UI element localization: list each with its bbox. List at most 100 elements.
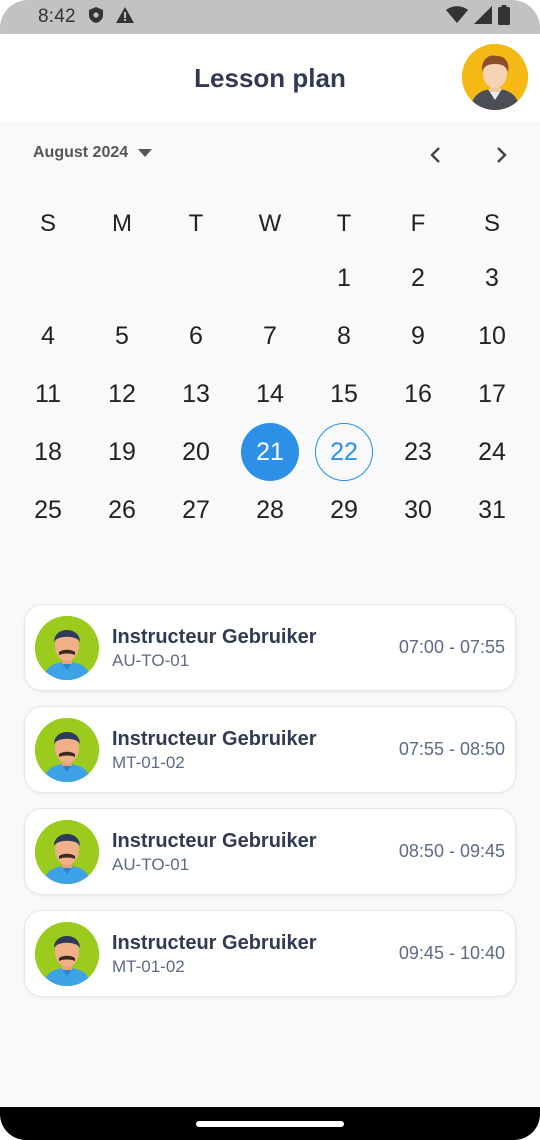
next-month-button[interactable] (487, 142, 517, 172)
calendar-day-17[interactable]: 17 (455, 365, 529, 423)
calendar-day-number: 29 (330, 495, 358, 524)
lesson-instructor-name: Instructeur Gebruiker (112, 829, 317, 852)
calendar-day-number: 21 (241, 423, 299, 481)
calendar-day-number: 19 (108, 437, 136, 466)
calendar-day-20[interactable]: 20 (159, 423, 233, 481)
calendar-day-26[interactable]: 26 (85, 481, 159, 539)
lesson-code: AU-TO-01 (112, 650, 190, 670)
calendar-day-23[interactable]: 23 (381, 423, 455, 481)
page-title: Lesson plan (194, 62, 346, 93)
calendar-day-5[interactable]: 5 (85, 307, 159, 365)
lesson-info: Instructeur Gebruiker AU-TO-01 (112, 624, 317, 672)
calendar-day-31[interactable]: 31 (455, 481, 529, 539)
lesson-time: 08:50 - 09:45 (398, 841, 505, 861)
calendar-day-22[interactable]: 22 (307, 423, 381, 481)
calendar-day-11[interactable]: 11 (11, 365, 85, 423)
calendar-day-19[interactable]: 19 (85, 423, 159, 481)
calendar-day-number: 11 (35, 379, 61, 408)
instructor-avatar-icon (35, 819, 99, 884)
calendar-day-4[interactable]: 4 (11, 307, 85, 365)
status-bar: 8:42 (0, 0, 540, 34)
user-avatar-icon[interactable] (462, 44, 528, 110)
calendar-day-10[interactable]: 10 (455, 307, 529, 365)
previous-month-button[interactable] (420, 142, 450, 172)
calendar-day-number: 28 (256, 495, 284, 524)
status-right (446, 4, 510, 30)
calendar-day-30[interactable]: 30 (381, 481, 455, 539)
calendar-header: August 2024 (0, 122, 540, 192)
lesson-list: Instructeur Gebruiker AU-TO-01 07:00 - 0… (24, 604, 516, 1012)
calendar-day-16[interactable]: 16 (381, 365, 455, 423)
calendar-day-number: 27 (182, 495, 210, 524)
calendar-day-number: 31 (478, 495, 506, 524)
calendar-day-number: 23 (404, 437, 432, 466)
calendar-day-27[interactable]: 27 (159, 481, 233, 539)
lesson-instructor-name: Instructeur Gebruiker (112, 727, 317, 750)
calendar-day-number: 17 (478, 379, 506, 408)
status-left: 8:42 (38, 6, 134, 29)
calendar-week-row: 11 12 13 14 15 16 17 (11, 365, 529, 423)
calendar-day-8[interactable]: 8 (307, 307, 381, 365)
calendar-day-3[interactable]: 3 (455, 249, 529, 307)
calendar-day-15[interactable]: 15 (307, 365, 381, 423)
calendar-day-12[interactable]: 12 (85, 365, 159, 423)
calendar-day-9[interactable]: 9 (381, 307, 455, 365)
calendar-day-number: 5 (115, 321, 129, 350)
weekday-label: T (336, 210, 352, 237)
calendar-day-2[interactable]: 2 (381, 249, 455, 307)
lesson-card[interactable]: Instructeur Gebruiker MT-01-02 07:55 - 0… (24, 706, 516, 793)
app-screen: 8:42 Lesson plan August 2024 S M T W T F… (0, 0, 540, 1140)
calendar-day-number: 9 (411, 321, 425, 350)
calendar-day-number: 16 (404, 379, 432, 408)
month-selector[interactable]: August 2024 (33, 144, 153, 162)
calendar-day-number: 25 (34, 495, 62, 524)
calendar-day-18[interactable]: 18 (11, 423, 85, 481)
lesson-code: MT-01-02 (112, 956, 185, 976)
calendar-day-number: 13 (182, 379, 210, 408)
calendar-empty-cell (85, 249, 159, 307)
calendar-day-25[interactable]: 25 (11, 481, 85, 539)
home-indicator[interactable] (196, 1121, 344, 1127)
calendar-day-number: 24 (478, 437, 506, 466)
calendar-day-13[interactable]: 13 (159, 365, 233, 423)
lesson-info: Instructeur Gebruiker MT-01-02 (112, 726, 317, 774)
weekday-header: S M T W T F S (11, 204, 529, 244)
chevron-right-icon (496, 146, 508, 169)
shield-icon (88, 6, 104, 29)
warning-icon (115, 6, 134, 28)
lesson-card[interactable]: Instructeur Gebruiker MT-01-02 09:45 - 1… (24, 910, 516, 997)
lesson-instructor-name: Instructeur Gebruiker (112, 625, 317, 648)
lesson-code: AU-TO-01 (112, 854, 190, 874)
lesson-instructor-name: Instructeur Gebruiker (112, 931, 317, 954)
lesson-card[interactable]: Instructeur Gebruiker AU-TO-01 07:00 - 0… (24, 604, 516, 691)
calendar-week-row: 1 2 3 (11, 249, 529, 307)
calendar-week-row: 4 5 6 7 8 9 10 (11, 307, 529, 365)
calendar-day-29[interactable]: 29 (307, 481, 381, 539)
battery-icon (498, 4, 510, 30)
calendar-week-row: 18 19 20 21 22 23 24 (11, 423, 529, 481)
calendar-day-number: 30 (404, 495, 432, 524)
calendar-day-number: 20 (182, 437, 210, 466)
calendar-day-7[interactable]: 7 (233, 307, 307, 365)
calendar-day-14[interactable]: 14 (233, 365, 307, 423)
chevron-left-icon (429, 146, 441, 169)
weekday-label: S (39, 210, 56, 237)
calendar-day-number: 1 (337, 263, 351, 292)
lesson-card[interactable]: Instructeur Gebruiker AU-TO-01 08:50 - 0… (24, 808, 516, 895)
calendar-day-6[interactable]: 6 (159, 307, 233, 365)
calendar-empty-cell (159, 249, 233, 307)
lesson-info: Instructeur Gebruiker AU-TO-01 (112, 828, 317, 876)
instructor-avatar-icon (35, 717, 99, 782)
calendar-day-28[interactable]: 28 (233, 481, 307, 539)
weekday-label: M (112, 210, 132, 237)
status-time: 8:42 (38, 6, 76, 27)
weekday-label: W (258, 210, 282, 237)
calendar-day-24[interactable]: 24 (455, 423, 529, 481)
instructor-avatar-icon (35, 921, 99, 986)
calendar-day-1[interactable]: 1 (307, 249, 381, 307)
weekday-label: T (188, 210, 204, 237)
calendar-day-number: 10 (478, 321, 506, 350)
calendar: August 2024 S M T W T F S 1 2 3 4 5 6 7 … (0, 122, 540, 582)
calendar-day-21[interactable]: 21 (233, 423, 307, 481)
calendar-day-number: 22 (315, 423, 373, 481)
